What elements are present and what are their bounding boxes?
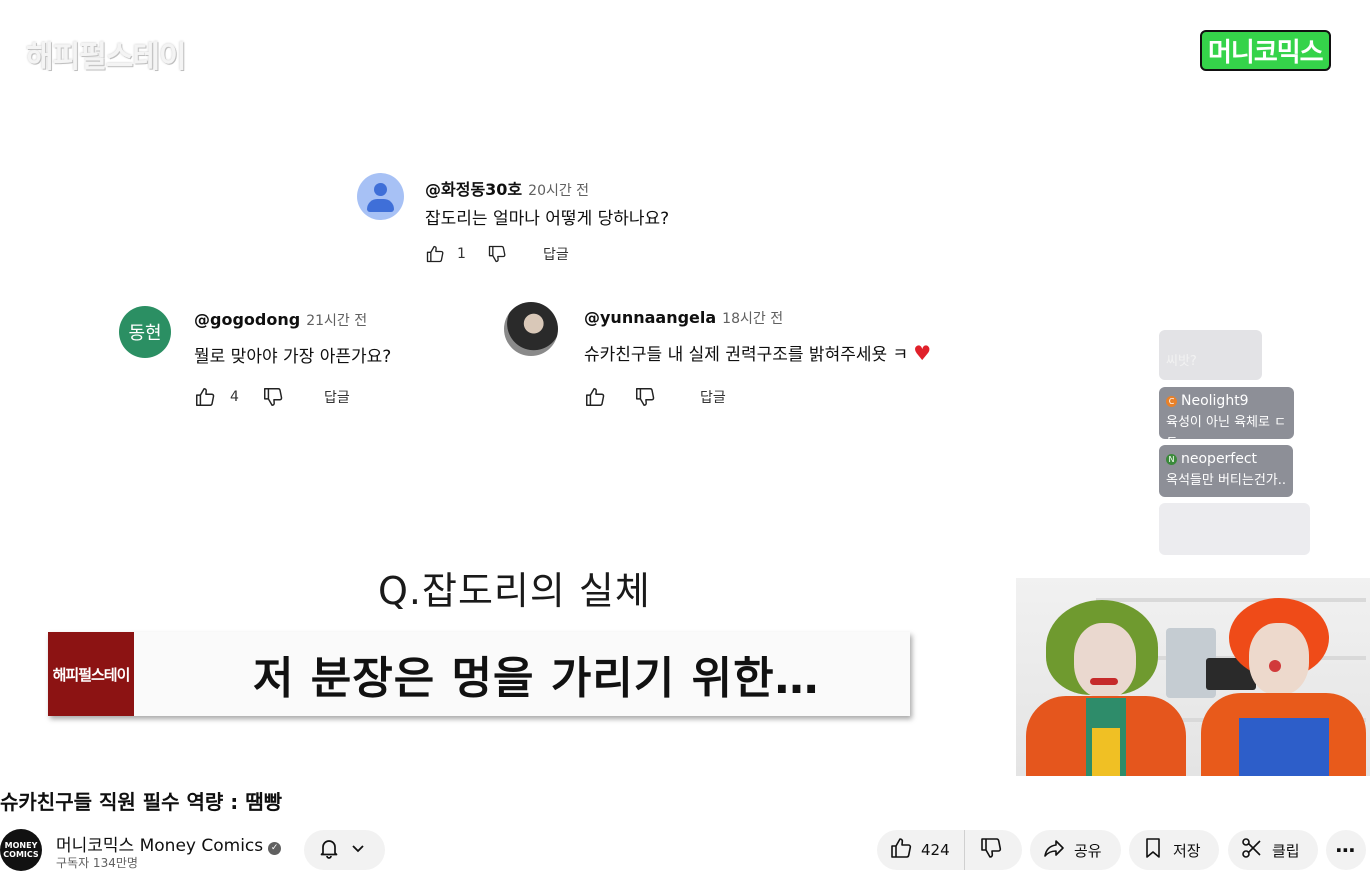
chat-message-3: Nneoperfect 옥석들만 버티는건가....	[1159, 445, 1293, 497]
chat-text: 옥석들만 버티는건가....	[1166, 473, 1286, 488]
clip-button[interactable]: 클립	[1228, 830, 1318, 870]
chat-text: 씨밧?	[1166, 354, 1197, 369]
reply-button: 답글	[700, 390, 726, 406]
chat-message-2: C Neolight9 육성이 아닌 육체로 ㄷㄷ	[1159, 387, 1294, 449]
scissors-icon	[1240, 836, 1264, 864]
share-icon	[1042, 836, 1066, 864]
money-comics-logo: 머니코믹스	[1200, 30, 1331, 71]
channel-avatar[interactable]: MONEY COMICS	[0, 829, 42, 871]
notification-button[interactable]	[304, 830, 385, 870]
avatar	[504, 302, 558, 356]
reply-button: 답글	[543, 247, 569, 263]
share-label: 공유	[1074, 841, 1102, 860]
comment-text: 잡도리는 얼마나 어떻게 당하나요?	[425, 209, 670, 229]
comment-text: 뭘로 맞아야 가장 아픈가요?	[194, 347, 392, 367]
like-count: 1	[457, 246, 466, 262]
chat-username: Neolight9	[1181, 393, 1249, 409]
caption-bar: 해피펄스테이 저 분장은 멍을 가리기 위한…	[48, 632, 910, 716]
heart-icon: ♥	[913, 341, 932, 365]
comment-card-2: 동현 @gogodong 21시간 전 뭘로 맞아야 가장 아픈가요? 4 답글	[119, 306, 449, 416]
dislike-button[interactable]	[965, 836, 1003, 864]
caption-logo: 해피펄스테이	[48, 632, 134, 716]
like-count: 424	[921, 841, 950, 859]
comment-username: @화정동30호	[425, 180, 523, 199]
thumbs-up-icon	[425, 244, 445, 264]
comment-card-3: @yunnaangela 18시간 전 슈카친구들 내 실제 권력구조를 밝혀주세…	[504, 302, 994, 417]
default-avatar-icon	[357, 173, 404, 220]
question-title: Q.잡도리의 실체	[378, 569, 651, 613]
thumbs-up-icon	[584, 386, 606, 408]
comment-username: @gogodong	[194, 310, 301, 329]
avatar: 동현	[119, 306, 171, 358]
user-badge-icon: N	[1166, 454, 1177, 465]
channel-name[interactable]: 머니코믹스 Money Comics	[56, 836, 263, 856]
like-count: 4	[230, 389, 239, 405]
more-actions-button[interactable]: ⋯	[1326, 830, 1366, 870]
video-title: 슈카친구들 직원 필수 역량 : 땜빵	[0, 790, 283, 814]
comment-username: @yunnaangela	[584, 308, 717, 327]
bell-icon	[317, 836, 341, 864]
caption-text: 저 분장은 멍을 가리기 위한…	[253, 653, 820, 704]
thumbs-down-icon	[979, 836, 1003, 864]
video-player[interactable]: 해피펄스테이 머니코믹스 @화정동30호 20시간 전 잡도리는 얼마나 어떻게 …	[0, 0, 1370, 778]
clip-label: 클립	[1272, 841, 1300, 860]
comment-time: 20시간 전	[528, 183, 590, 199]
more-horizontal-icon: ⋯	[1335, 838, 1357, 862]
reply-button: 답글	[324, 390, 350, 406]
save-button[interactable]: 저장	[1129, 830, 1219, 870]
subscriber-count: 구독자 134만명	[56, 856, 138, 870]
user-badge-icon: C	[1166, 396, 1177, 407]
chat-text: 육성이 아닌 육체로 ㄷㄷ	[1166, 415, 1287, 449]
bookmark-icon	[1141, 836, 1165, 864]
like-button[interactable]: 424	[877, 830, 965, 870]
thumbs-up-icon	[194, 386, 216, 408]
chat-username: neoperfect	[1181, 451, 1258, 467]
comment-time: 18시간 전	[722, 311, 784, 327]
chat-message-1: 씨밧?	[1159, 330, 1262, 380]
thumbs-up-icon	[889, 836, 913, 864]
person-left	[1016, 578, 1196, 776]
webcam-inset	[1016, 578, 1370, 776]
comment-time: 21시간 전	[306, 313, 368, 329]
comment-card-1: @화정동30호 20시간 전 잡도리는 얼마나 어떻게 당하나요? 1 답글	[357, 172, 717, 272]
verified-icon: ✓	[268, 842, 282, 855]
chat-message-4	[1159, 503, 1310, 555]
thumbs-down-icon	[487, 244, 507, 264]
happy-pearl-stay-logo: 해피펄스테이	[26, 40, 187, 75]
like-dislike-group: 424	[877, 830, 1022, 870]
person-right	[1191, 578, 1370, 776]
chevron-down-icon	[350, 840, 366, 860]
thumbs-down-icon	[262, 386, 284, 408]
share-button[interactable]: 공유	[1030, 830, 1121, 870]
thumbs-down-icon	[634, 386, 656, 408]
channel-name-row: 머니코믹스 Money Comics ✓	[56, 831, 282, 856]
comment-text: 슈카친구들 내 실제 권력구조를 밝혀주세욧 ㅋ	[584, 345, 909, 365]
save-label: 저장	[1173, 841, 1201, 860]
